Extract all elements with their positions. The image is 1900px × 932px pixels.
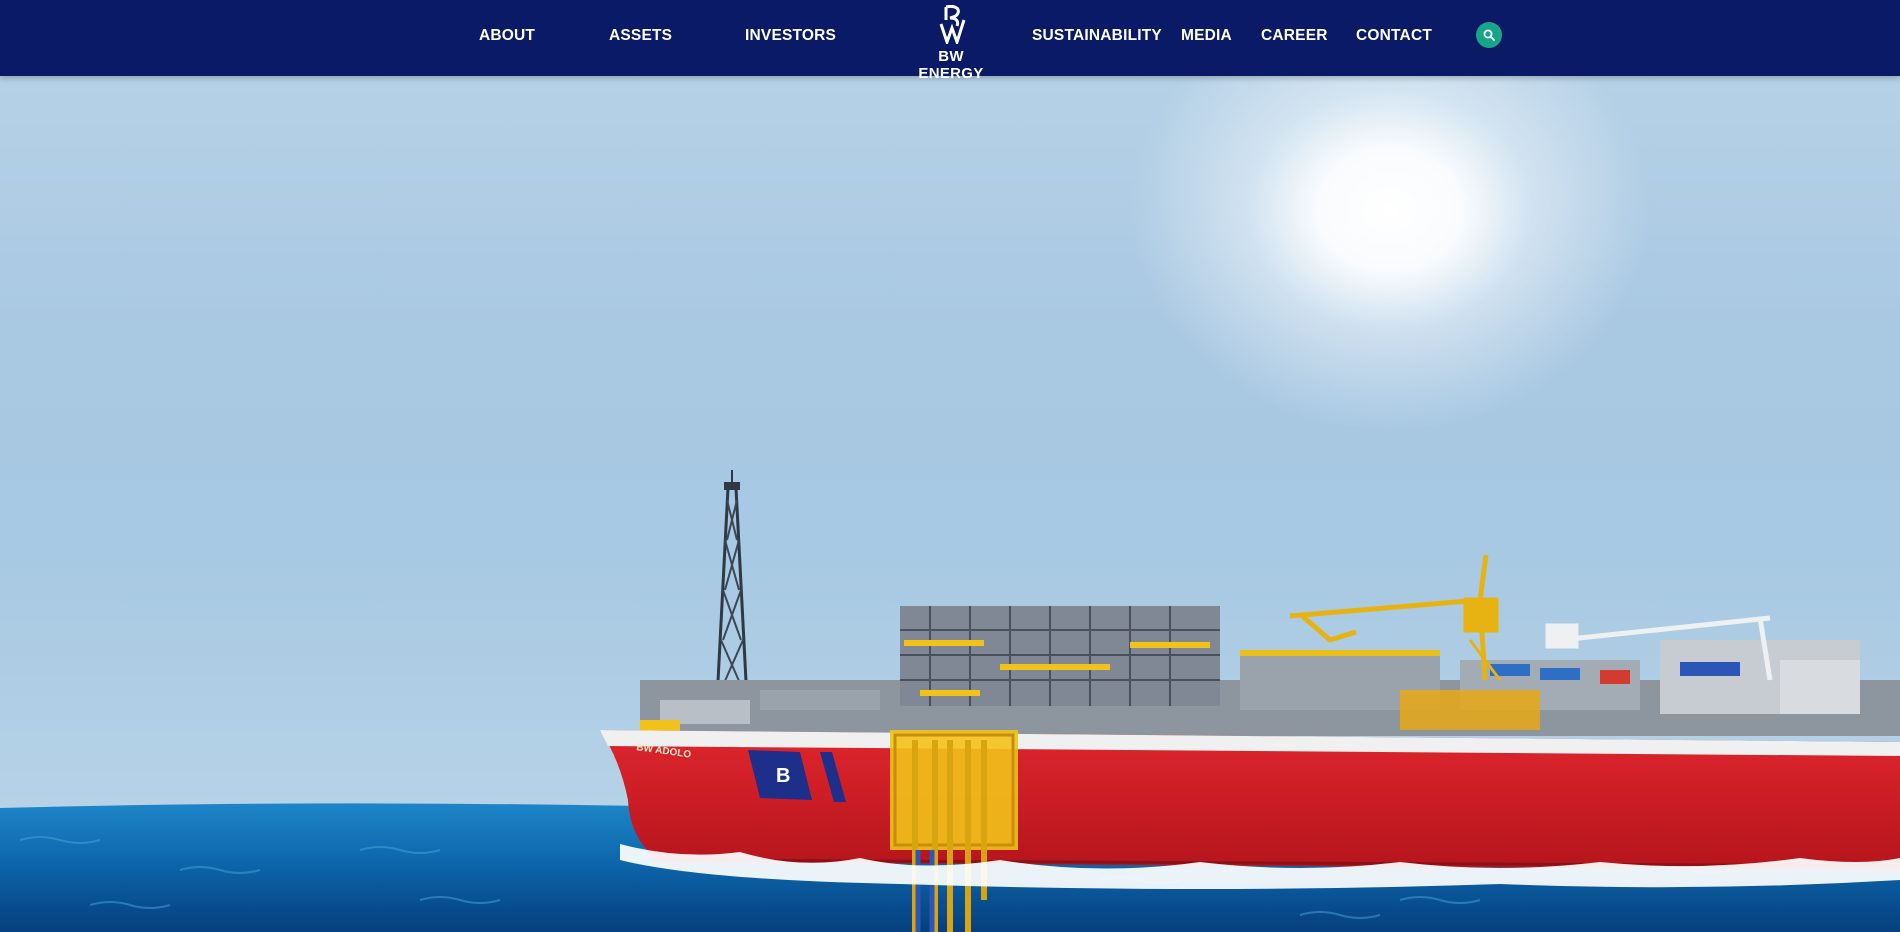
search-button[interactable] [1476, 22, 1502, 48]
fpso-vessel-illustration: B BW ADOLO [0, 470, 1900, 932]
bw-energy-logo[interactable]: BW ENERGY [908, 4, 994, 82]
nav-assets[interactable]: ASSETS [609, 0, 672, 72]
top-navigation-bar: ABOUT ASSETS INVESTORS BW ENERGY SUSTAIN… [0, 0, 1900, 82]
nav-investors[interactable]: INVESTORS [745, 0, 836, 72]
bw-logo-mark [939, 4, 966, 44]
nav-contact[interactable]: CONTACT [1356, 0, 1432, 72]
nav-media[interactable]: MEDIA [1181, 0, 1232, 72]
nav-sustainability[interactable]: SUSTAINABILITY [1032, 0, 1162, 72]
hero-image: B BW ADOLO [0, 0, 1900, 932]
svg-text:B: B [776, 765, 790, 787]
search-icon [1483, 29, 1495, 41]
nav-about[interactable]: ABOUT [479, 0, 535, 72]
nav-career[interactable]: CAREER [1261, 0, 1328, 72]
logo-wordmark: BW ENERGY [918, 48, 984, 82]
